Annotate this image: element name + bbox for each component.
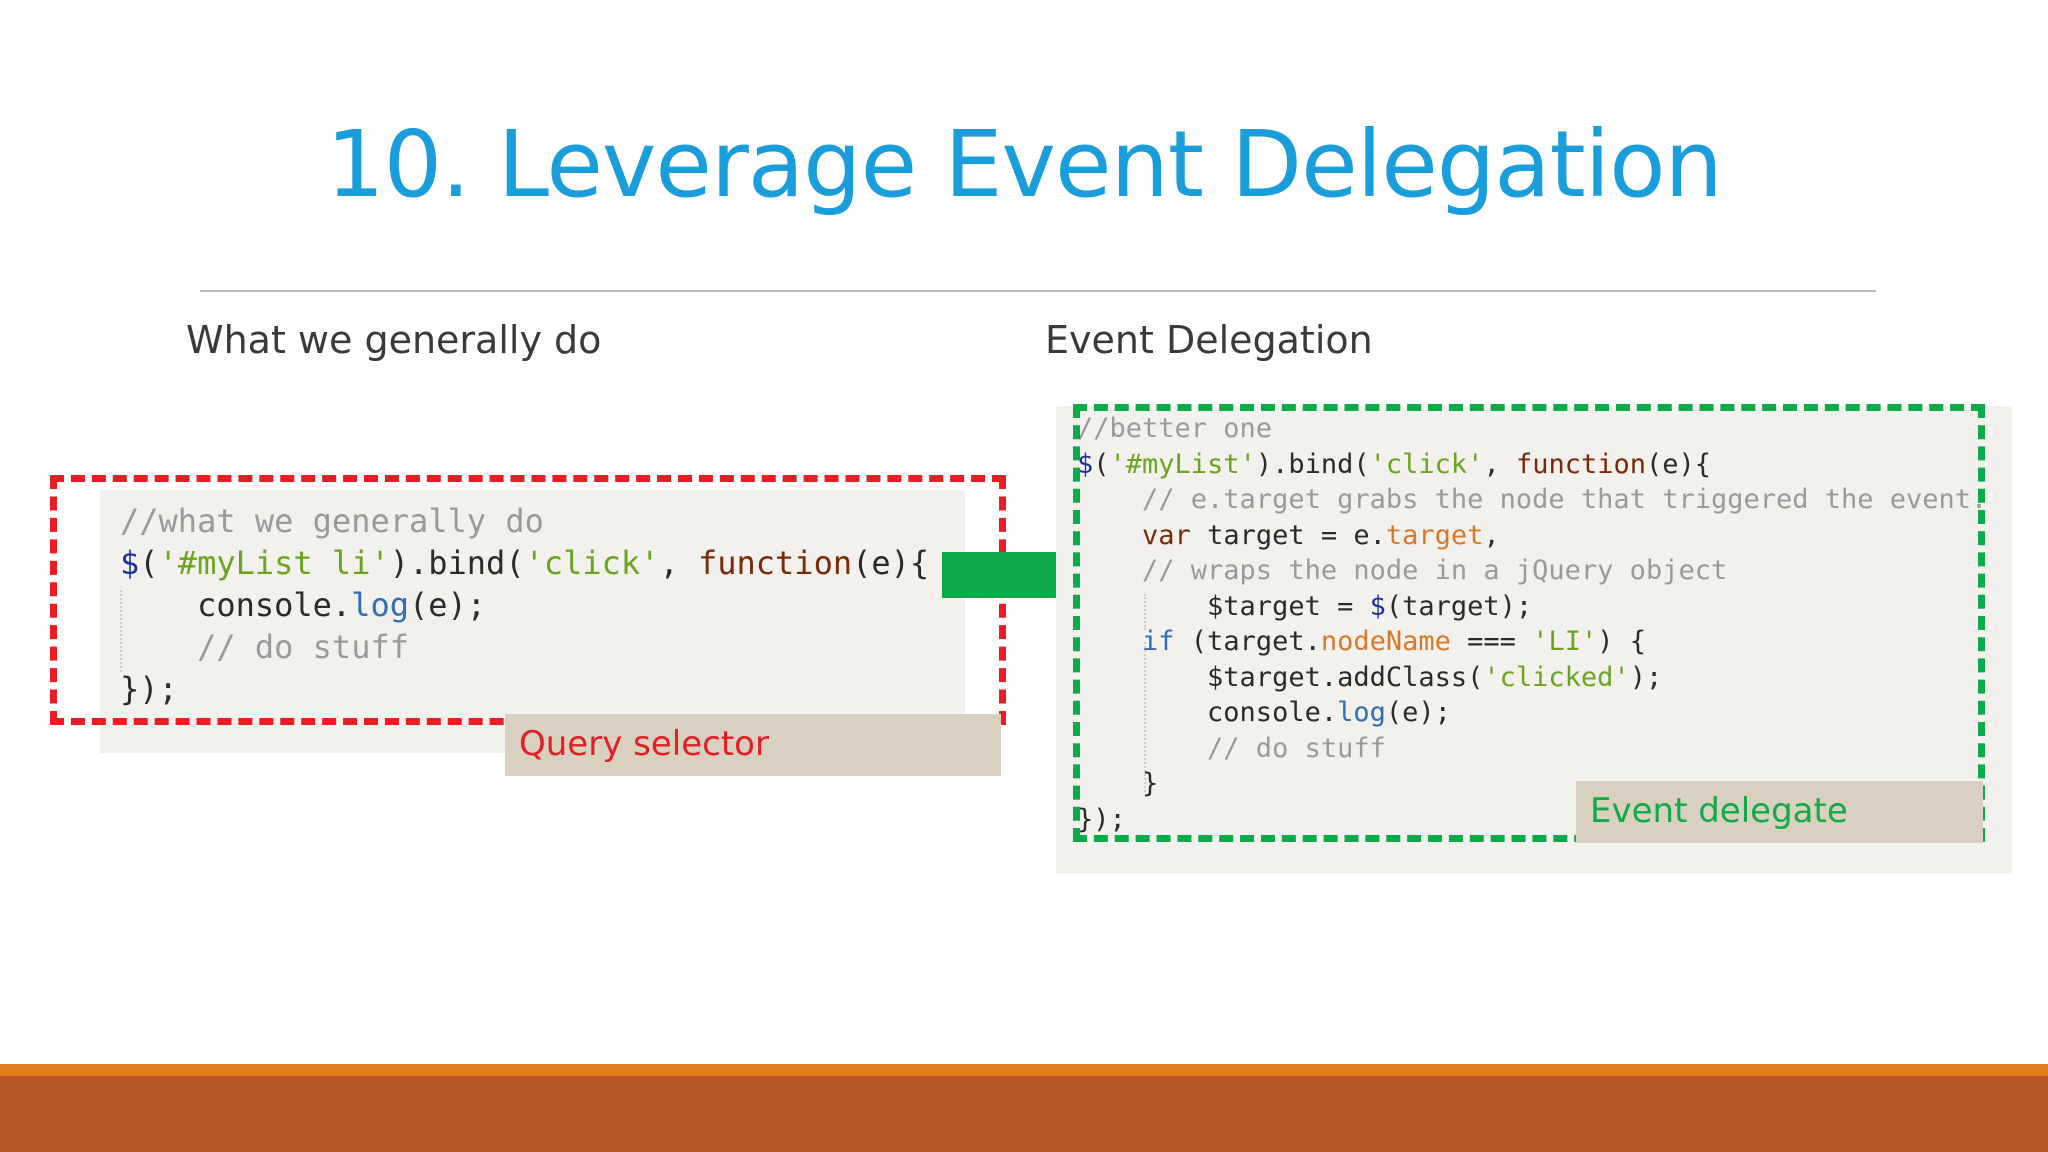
slide-title: 10. Leverage Event Delegation [326, 111, 1723, 218]
left-heading: What we generally do [186, 318, 602, 362]
title-divider [200, 290, 1876, 292]
footer-band [0, 1076, 2048, 1152]
event-delegate-label: Event delegate [1576, 781, 1983, 843]
query-selector-label: Query selector [505, 714, 1001, 776]
right-highlight-box [1073, 404, 1985, 842]
left-highlight-box [50, 475, 1006, 725]
right-heading: Event Delegation [1045, 318, 1373, 362]
footer-accent-stripe [0, 1064, 2048, 1076]
